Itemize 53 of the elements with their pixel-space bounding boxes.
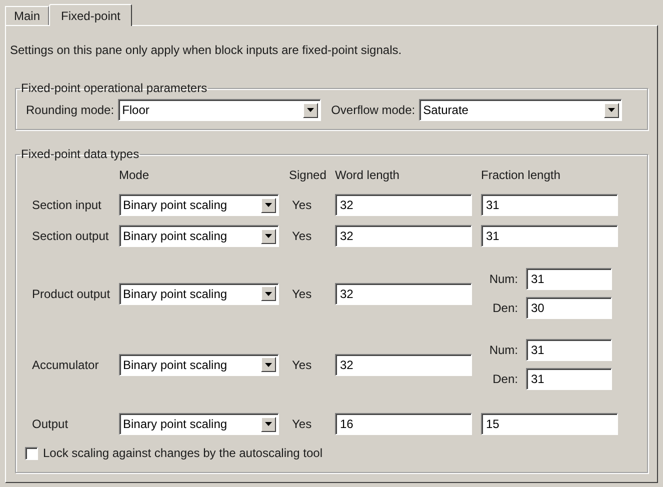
text-field[interactable]: 30 <box>526 297 612 319</box>
signed-value: Yes <box>292 416 313 433</box>
caret-icon <box>265 292 272 296</box>
dropdown[interactable]: Binary point scaling <box>119 282 279 304</box>
caret-icon <box>265 422 272 426</box>
dropdown[interactable]: Binary point scaling <box>119 354 279 376</box>
caret-icon <box>265 203 272 207</box>
text-field[interactable]: 31 <box>481 225 618 247</box>
tab[interactable]: Main <box>5 6 50 25</box>
text-field[interactable]: 16 <box>335 413 472 435</box>
dropdown[interactable]: Binary point scaling <box>119 225 279 247</box>
column-header: Signed <box>289 167 328 184</box>
text-field[interactable]: 31 <box>526 339 612 361</box>
text-field[interactable]: 32 <box>335 225 472 247</box>
column-header: Mode <box>119 167 150 184</box>
text-field[interactable]: 32 <box>335 354 472 376</box>
group-title: Fixed-point operational parameters <box>20 80 208 97</box>
checkbox[interactable] <box>25 446 38 460</box>
signed-value: Yes <box>292 197 313 214</box>
row-label: Product output <box>32 286 112 302</box>
den-label: Den: <box>492 300 519 317</box>
checkbox-label: Lock scaling against changes by the autoscaling tool <box>43 445 323 462</box>
row-label: Accumulator <box>32 356 100 374</box>
group-title: Fixed-point data types <box>20 146 140 163</box>
row-label: Section input <box>32 197 102 214</box>
text-field[interactable]: 31 <box>481 194 618 216</box>
row-label: Output <box>32 416 70 433</box>
description-text: Settings on this pane only apply when block inputs are fixed-point signals. <box>10 43 402 57</box>
column-header: Word length <box>335 167 400 184</box>
den-label: Den: <box>492 371 519 388</box>
signed-value: Yes <box>292 228 313 245</box>
text-field[interactable]: 31 <box>526 368 612 390</box>
signed-value: Yes <box>292 356 313 374</box>
field-label: Rounding mode: <box>26 102 114 119</box>
dropdown[interactable]: Saturate <box>419 99 622 121</box>
field-label: Overflow mode: <box>331 102 416 119</box>
caret-icon <box>265 234 272 238</box>
text-field[interactable]: 32 <box>335 282 472 304</box>
caret-icon <box>307 108 314 112</box>
dropdown[interactable]: Binary point scaling <box>119 413 279 435</box>
caret-icon <box>265 362 272 366</box>
column-header: Fraction length <box>481 167 560 184</box>
tab[interactable]: Fixed-point <box>49 4 132 26</box>
dropdown[interactable]: Binary point scaling <box>119 194 279 216</box>
row-label: Section output <box>32 228 110 245</box>
caret-icon <box>608 108 616 112</box>
num-label: Num: <box>488 342 519 359</box>
text-field[interactable]: 32 <box>335 194 472 216</box>
text-field[interactable]: 31 <box>526 268 612 290</box>
num-label: Num: <box>488 271 519 288</box>
signed-value: Yes <box>292 286 313 302</box>
dropdown[interactable]: Floor <box>118 99 322 121</box>
text-field[interactable]: 15 <box>481 413 618 435</box>
